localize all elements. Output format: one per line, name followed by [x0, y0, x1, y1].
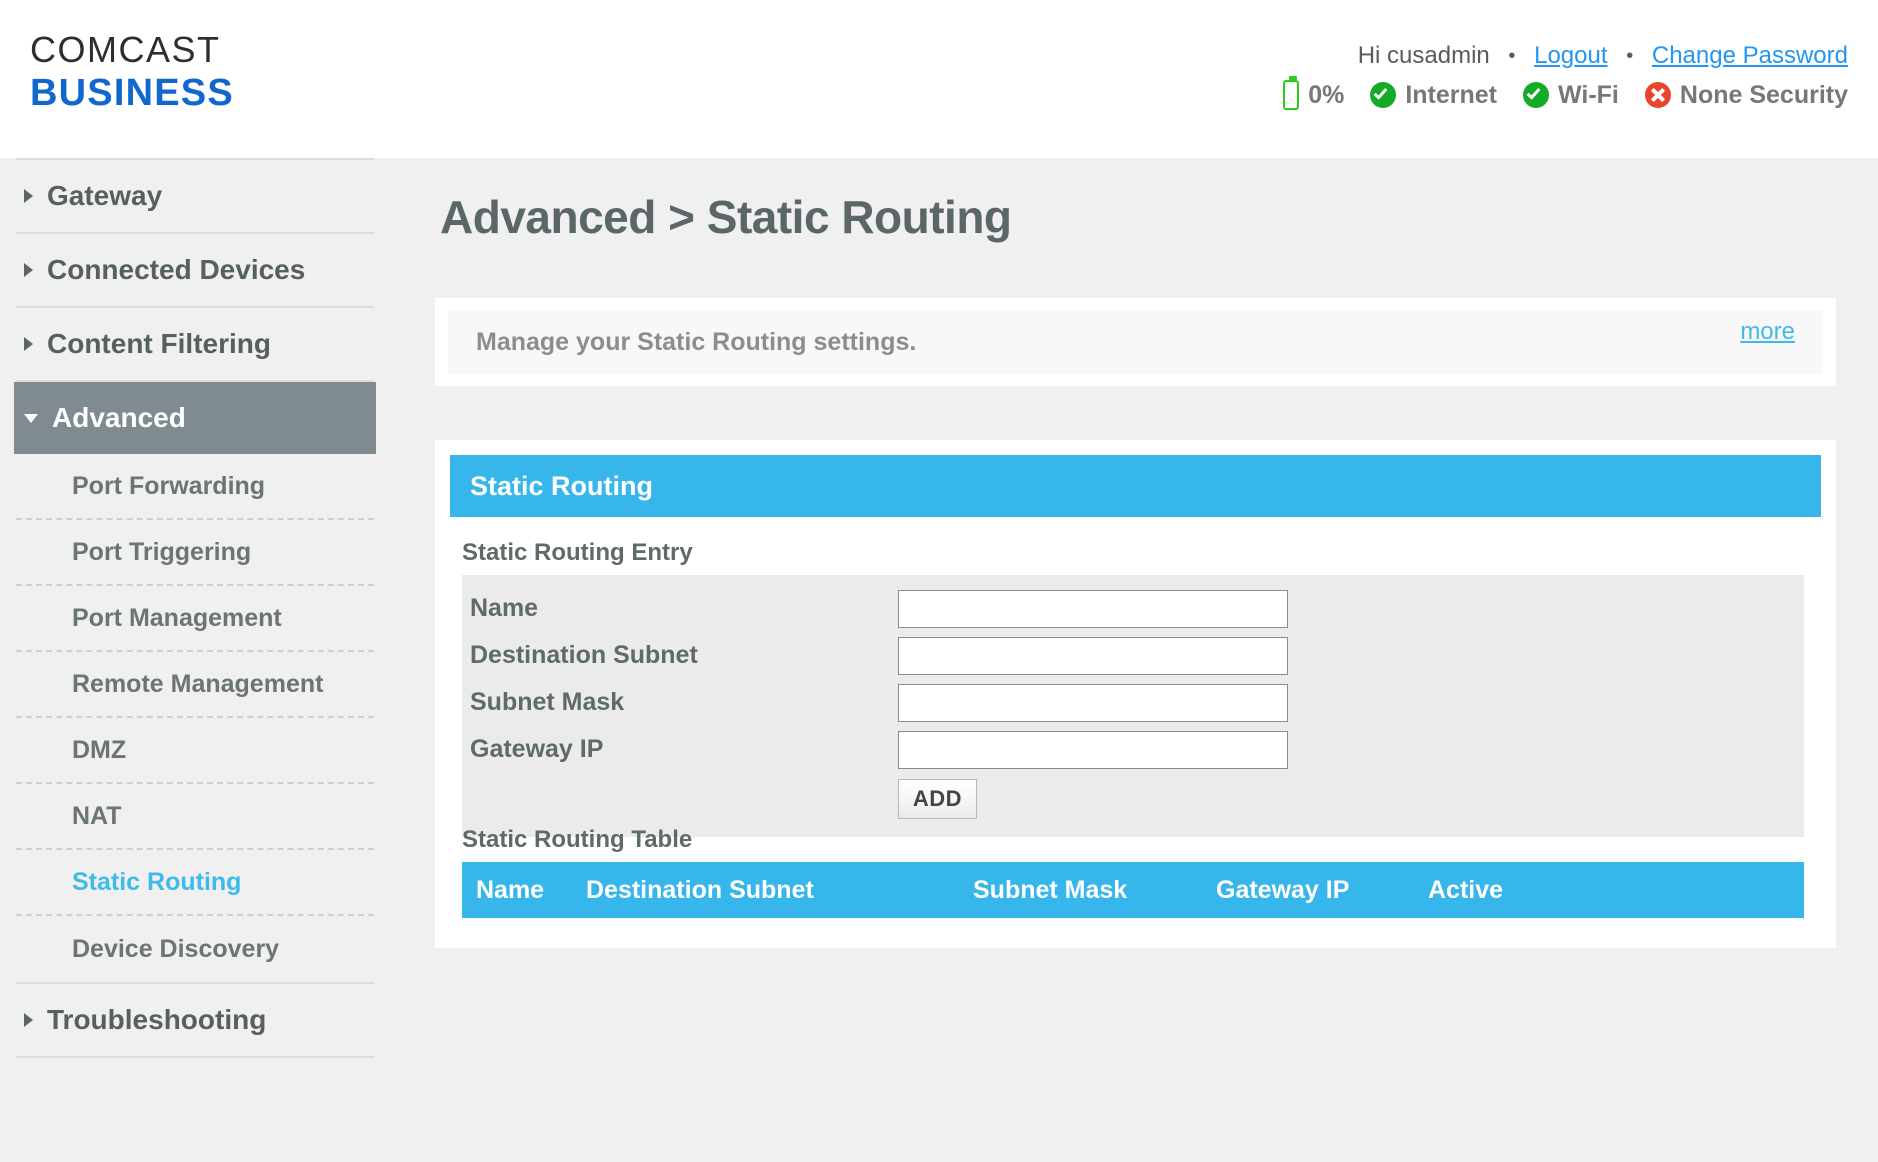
- battery-level-label: 0%: [1308, 80, 1345, 109]
- column-header-destination-subnet: Destination Subnet: [586, 875, 814, 904]
- more-link[interactable]: more: [1740, 318, 1795, 346]
- sidebar-subitem-label: DMZ: [72, 735, 127, 764]
- sidebar-group-troubleshooting: Troubleshooting: [16, 982, 374, 1058]
- table-section-title: Static Routing Table: [462, 826, 693, 853]
- logo-comcast-text: COMCAST: [30, 29, 221, 70]
- change-password-link[interactable]: Change Password: [1652, 42, 1848, 69]
- account-bar: Hi cusadmin • Logout • Change Password: [1358, 42, 1848, 70]
- check-circle-icon: [1523, 82, 1550, 108]
- gateway-ip-label: Gateway IP: [470, 735, 604, 763]
- sidebar-item-advanced[interactable]: Advanced: [14, 382, 376, 454]
- sidebar-subitem-dmz[interactable]: DMZ: [16, 718, 374, 784]
- add-button[interactable]: ADD: [898, 779, 977, 819]
- battery-icon: [1283, 76, 1300, 110]
- sidebar-subitem-port-forwarding[interactable]: Port Forwarding: [16, 454, 374, 520]
- chevron-right-icon: [24, 337, 33, 351]
- sidebar-item-label: Gateway: [47, 180, 163, 211]
- logout-link[interactable]: Logout: [1534, 42, 1607, 69]
- entry-section-title: Static Routing Entry: [462, 539, 693, 566]
- sidebar-subitem-nat[interactable]: NAT: [16, 784, 374, 850]
- error-circle-icon: [1644, 82, 1671, 108]
- chevron-down-icon: [24, 413, 38, 423]
- page-title: Advanced > Static Routing: [440, 191, 1012, 243]
- status-security: None Security: [1644, 80, 1848, 110]
- name-label: Name: [470, 594, 539, 622]
- internet-status-label: Internet: [1405, 80, 1498, 109]
- sidebar-item-label: Troubleshooting: [47, 1004, 267, 1035]
- status-wifi: Wi-Fi: [1523, 81, 1619, 110]
- sidebar-group-connected-devices: Connected Devices: [16, 232, 374, 306]
- sidebar-subitem-label: Remote Management: [72, 669, 324, 698]
- sidebar-subitem-label: Port Management: [72, 603, 282, 632]
- wifi-status-label: Wi-Fi: [1558, 80, 1619, 109]
- sidebar-item-connected-devices[interactable]: Connected Devices: [16, 234, 374, 306]
- gateway-ip-input[interactable]: [898, 730, 1288, 769]
- sidebar-group-gateway: Gateway: [16, 158, 374, 232]
- chevron-right-icon: [24, 1013, 33, 1027]
- comcast-business-logo: COMCAST BUSINESS: [30, 29, 234, 114]
- sidebar-nav: Gateway Connected Devices Content Filter…: [0, 158, 390, 1162]
- sidebar-item-label: Content Filtering: [47, 328, 271, 359]
- form-row-gateway-ip: Gateway IP: [462, 726, 1804, 773]
- sidebar-group-content-filtering: Content Filtering: [16, 306, 374, 380]
- sidebar-item-content-filtering[interactable]: Content Filtering: [16, 308, 374, 380]
- subnet-mask-label: Subnet Mask: [470, 688, 625, 716]
- form-row-name: Name: [462, 585, 1804, 632]
- sidebar-subitem-static-routing[interactable]: Static Routing: [16, 850, 374, 916]
- name-input[interactable]: [898, 589, 1288, 628]
- check-circle-icon: [1370, 82, 1397, 108]
- column-header-subnet-mask: Subnet Mask: [973, 875, 1128, 904]
- sidebar-subitem-label: Port Forwarding: [72, 471, 266, 500]
- account-separator-2: •: [1626, 45, 1634, 68]
- security-status-label: None Security: [1679, 80, 1848, 109]
- status-bar: 0% Internet Wi-Fi None Security: [1283, 76, 1848, 110]
- page-header: COMCAST BUSINESS Hi cusadmin • Logout • …: [0, 0, 1878, 158]
- column-header-gateway-ip: Gateway IP: [1216, 875, 1350, 904]
- column-header-name: Name: [476, 875, 545, 904]
- sidebar-group-advanced: Advanced Port Forwarding Port Triggering…: [14, 380, 376, 982]
- sidebar-subitem-port-management[interactable]: Port Management: [16, 586, 374, 652]
- chevron-right-icon: [24, 189, 33, 203]
- account-separator-1: •: [1508, 45, 1516, 68]
- sidebar-subitem-label: Device Discovery: [72, 934, 280, 963]
- static-routing-panel: Static Routing Static Routing Entry Name…: [435, 440, 1836, 948]
- sidebar-subitem-label: Port Triggering: [72, 537, 252, 566]
- form-row-subnet-mask: Subnet Mask: [462, 679, 1804, 726]
- sidebar-item-label: Connected Devices: [47, 254, 306, 285]
- sidebar-subitem-label: NAT: [72, 801, 122, 830]
- sidebar-item-gateway[interactable]: Gateway: [16, 160, 374, 232]
- greeting-text: Hi cusadmin: [1357, 42, 1490, 69]
- panel-title: Static Routing: [470, 470, 653, 501]
- destination-subnet-label: Destination Subnet: [470, 641, 698, 669]
- sidebar-subitem-port-triggering[interactable]: Port Triggering: [16, 520, 374, 586]
- sidebar-item-troubleshooting[interactable]: Troubleshooting: [16, 984, 374, 1056]
- chevron-right-icon: [24, 263, 33, 277]
- logo-business-text: BUSINESS: [30, 72, 234, 114]
- description-card: Manage your Static Routing settings. mor…: [435, 298, 1836, 386]
- sidebar-subitem-remote-management[interactable]: Remote Management: [16, 652, 374, 718]
- panel-header: Static Routing: [450, 455, 1821, 517]
- destination-subnet-input[interactable]: [898, 636, 1288, 675]
- main-content: Advanced > Static Routing Manage your St…: [390, 158, 1878, 1162]
- static-routing-entry-form: Name Destination Subnet Subnet Mask Gate…: [462, 575, 1804, 837]
- sidebar-nav-list: Gateway Connected Devices Content Filter…: [14, 158, 376, 1058]
- status-internet: Internet: [1370, 81, 1497, 110]
- form-row-actions: ADD: [462, 773, 1804, 825]
- sidebar-item-label: Advanced: [52, 402, 186, 433]
- description-inner: Manage your Static Routing settings. mor…: [448, 310, 1823, 374]
- subnet-mask-input[interactable]: [898, 683, 1288, 722]
- sidebar-subitem-label: Static Routing: [72, 867, 242, 896]
- static-routing-table-header: Name Destination Subnet Subnet Mask Gate…: [462, 862, 1804, 918]
- sidebar-subitem-device-discovery[interactable]: Device Discovery: [16, 916, 374, 982]
- column-header-active: Active: [1428, 875, 1504, 904]
- form-row-destination-subnet: Destination Subnet: [462, 632, 1804, 679]
- status-battery: 0%: [1283, 76, 1345, 110]
- description-text: Manage your Static Routing settings.: [476, 327, 917, 356]
